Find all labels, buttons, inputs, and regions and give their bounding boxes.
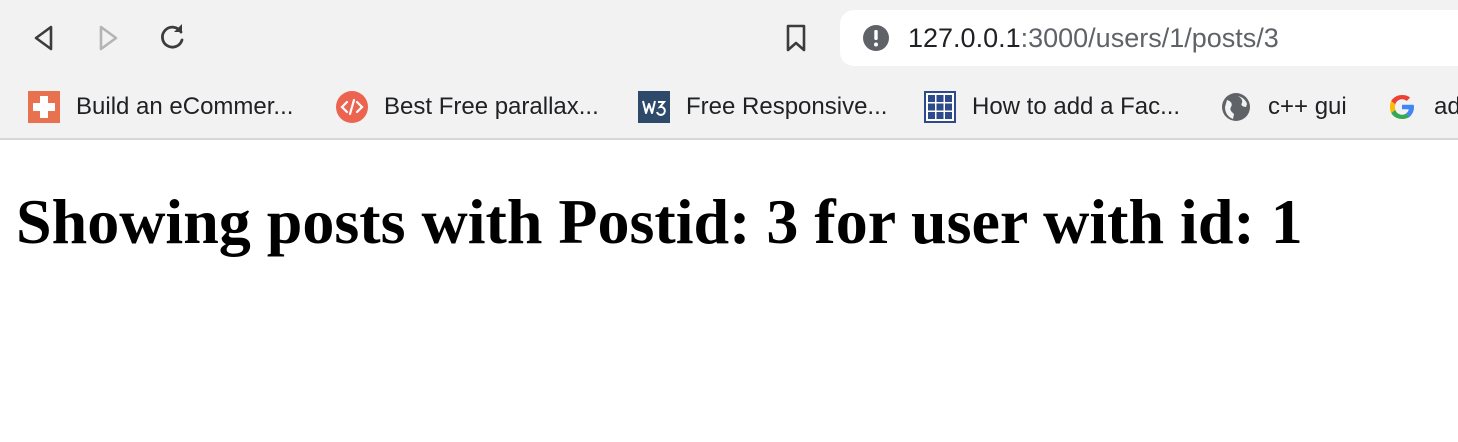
browser-toolbar: 127.0.0.1:3000/users/1/posts/3	[0, 0, 1458, 76]
bookmark-label: c++ gui	[1268, 93, 1347, 120]
reload-icon	[161, 24, 184, 49]
w3-favicon-icon	[638, 91, 670, 123]
grid-favicon-icon	[924, 91, 956, 123]
bookmark-item[interactable]: c++ gui	[1220, 76, 1347, 138]
globe-icon	[1220, 91, 1252, 123]
bookmark-label: Free Responsive...	[686, 93, 888, 120]
bookmark-label: Build an eCommer...	[76, 93, 294, 120]
info-icon[interactable]	[862, 24, 890, 52]
bookmark-page-button[interactable]	[776, 18, 816, 58]
bookmark-icon	[786, 24, 806, 52]
bookmark-item[interactable]: Free Responsive...	[638, 76, 887, 138]
bookmark-label: Best Free parallax...	[384, 93, 599, 120]
url-path: :3000/users/1/posts/3	[1020, 23, 1279, 53]
url-host: 127.0.0.1	[908, 23, 1021, 53]
page-heading: Showing posts with Postid: 3 for user wi…	[16, 186, 1303, 257]
bookmark-label: ad	[1434, 93, 1458, 120]
forward-arrow-icon	[99, 25, 118, 51]
url-text[interactable]: 127.0.0.1:3000/users/1/posts/3	[908, 22, 1279, 54]
address-bar[interactable]: 127.0.0.1:3000/users/1/posts/3	[840, 10, 1458, 66]
google-icon	[1386, 91, 1418, 123]
code-favicon-icon	[336, 91, 368, 123]
bookmark-item[interactable]: Build an eCommer...	[28, 76, 293, 138]
bookmark-item[interactable]: ad	[1386, 76, 1458, 138]
bookmarks-bar: Build an eCommer... Best Free parallax..…	[0, 76, 1458, 140]
back-button[interactable]	[24, 18, 64, 58]
bookmark-item[interactable]: How to add a Fac...	[924, 76, 1180, 138]
back-arrow-icon	[34, 25, 53, 51]
bookmark-label: How to add a Fac...	[972, 93, 1181, 120]
forward-button[interactable]	[88, 18, 128, 58]
red-cross-favicon-icon	[28, 91, 60, 123]
bookmark-item[interactable]: Best Free parallax...	[336, 76, 599, 138]
reload-button[interactable]	[152, 18, 192, 58]
